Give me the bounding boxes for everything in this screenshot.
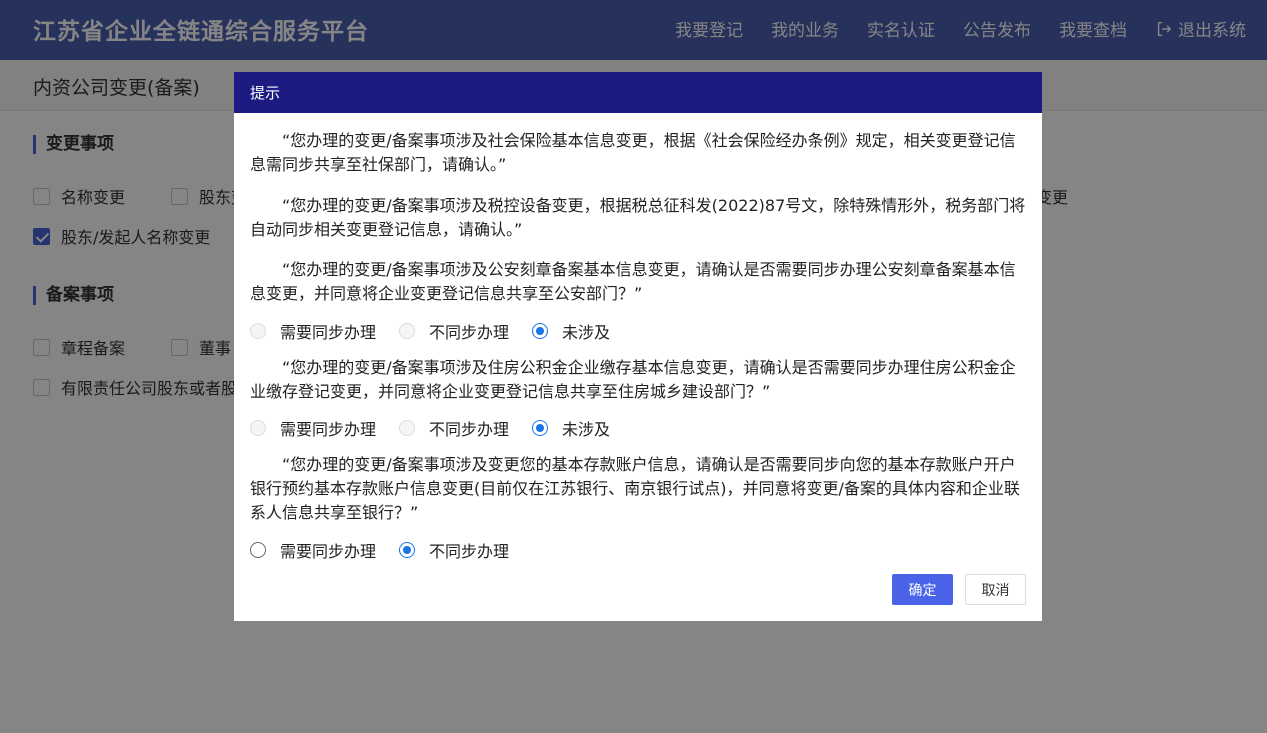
radio-button-selected[interactable] (399, 542, 416, 558)
radio-option-not-involved[interactable]: 未涉及 (532, 319, 610, 343)
radio-label: 需要同步办理 (280, 420, 377, 439)
dialog-title: 提示 (250, 84, 281, 102)
radio-button[interactable] (250, 542, 266, 558)
notice-police-seal: “您办理的变更/备案事项涉及公安刻章备案基本信息变更，请确认是否需要同步办理公安… (250, 260, 1016, 303)
radio-button-selected[interactable] (532, 420, 549, 436)
dialog-header: 提示 (234, 72, 1042, 113)
prompt-dialog: 提示 “您办理的变更/备案事项涉及社会保险基本信息变更，根据《社会保险经办条例》… (234, 72, 1042, 621)
radio-button[interactable] (250, 323, 266, 339)
radio-option-need-sync[interactable]: 需要同步办理 (250, 416, 376, 440)
radio-button-selected[interactable] (532, 323, 549, 339)
radio-option-not-involved[interactable]: 未涉及 (532, 416, 610, 440)
radio-group-police-seal: 需要同步办理 不同步办理 未涉及 (250, 319, 633, 343)
radio-option-need-sync[interactable]: 需要同步办理 (250, 538, 376, 562)
radio-group-housing-fund: 需要同步办理 不同步办理 未涉及 (250, 416, 633, 440)
radio-option-no-sync[interactable]: 不同步办理 (399, 416, 509, 440)
notice-housing-fund: “您办理的变更/备案事项涉及住房公积金企业缴存基本信息变更，请确认是否需要同步办… (250, 358, 1016, 401)
radio-option-no-sync[interactable]: 不同步办理 (399, 538, 509, 562)
radio-button[interactable] (399, 420, 416, 436)
confirm-button[interactable]: 确定 (892, 574, 953, 605)
notice-social-insurance: “您办理的变更/备案事项涉及社会保险基本信息变更，根据《社会保险经办条例》规定，… (250, 131, 1016, 174)
radio-group-bank-account: 需要同步办理 不同步办理 (250, 538, 532, 562)
radio-label: 不同步办理 (429, 420, 510, 439)
radio-label: 需要同步办理 (280, 542, 377, 561)
radio-option-no-sync[interactable]: 不同步办理 (399, 319, 509, 343)
radio-label: 不同步办理 (429, 542, 510, 561)
radio-label: 不同步办理 (429, 323, 510, 342)
radio-label: 未涉及 (562, 420, 611, 439)
notice-tax-device: “您办理的变更/备案事项涉及税控设备变更，根据税总征科发(2022)87号文，除… (250, 196, 1026, 239)
notice-bank-account: “您办理的变更/备案事项涉及变更您的基本存款账户信息，请确认是否需要同步向您的基… (250, 455, 1020, 522)
radio-label: 未涉及 (562, 323, 611, 342)
radio-option-need-sync[interactable]: 需要同步办理 (250, 319, 376, 343)
radio-label: 需要同步办理 (280, 323, 377, 342)
cancel-button[interactable]: 取消 (965, 574, 1026, 605)
radio-button[interactable] (399, 323, 416, 339)
radio-button[interactable] (250, 420, 266, 436)
